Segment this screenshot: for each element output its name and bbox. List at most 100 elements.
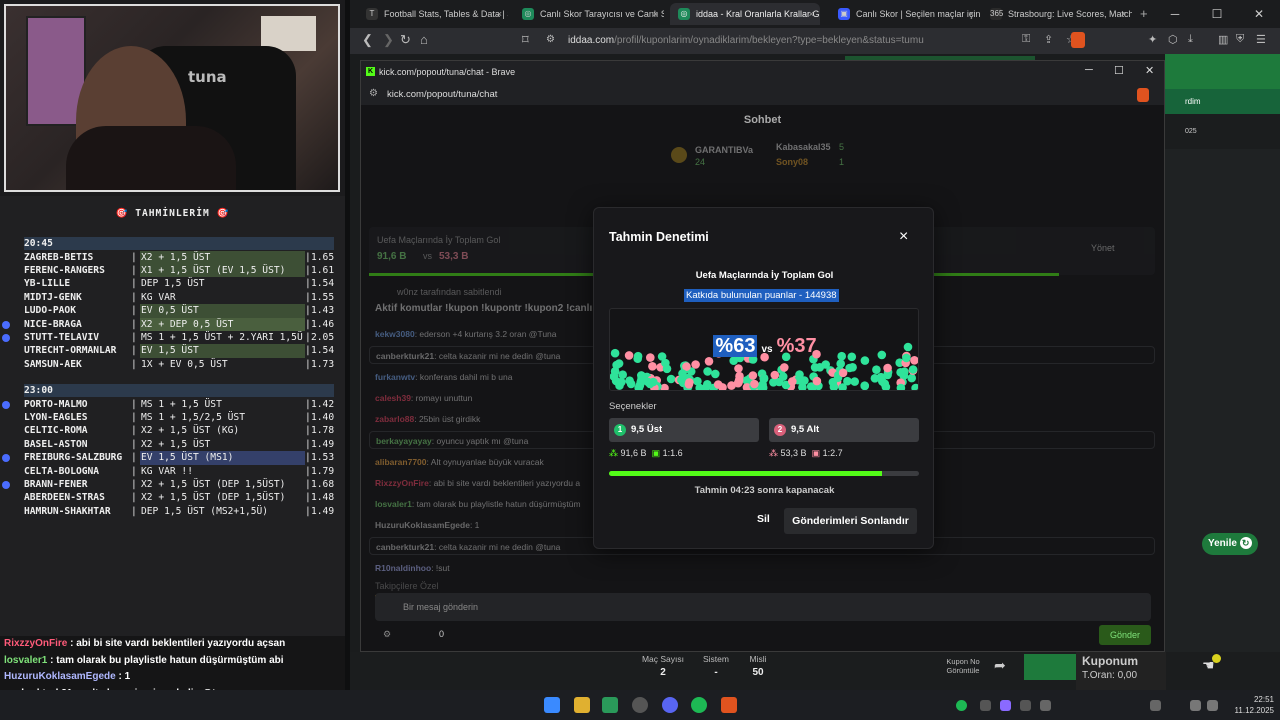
page-user-link[interactable]: rdim <box>1165 89 1280 114</box>
prediction-row: HAMRUN-SHAKHTAR | DEP 1,5 ÜST (MS2+1,5Ü) | 1… <box>0 505 345 518</box>
maximize-icon[interactable]: ☐ <box>1196 0 1238 28</box>
chat-text: : 1 <box>469 520 480 530</box>
close-tab-icon[interactable]: × <box>497 3 502 25</box>
chat-username[interactable]: HuzuruKoklasamEgede <box>375 520 470 530</box>
close-icon[interactable]: × <box>899 228 908 246</box>
odd: 1.78 <box>311 425 335 437</box>
browser-tab[interactable]: ▣ Canlı Skor | Seçilen maçlar için canl× <box>830 3 980 25</box>
site-info-icon[interactable]: ⚙ <box>369 88 378 99</box>
sidebar-icon[interactable]: ▥ <box>1218 33 1228 46</box>
close-tab-icon[interactable]: × <box>653 3 658 25</box>
coupon-no-link[interactable]: Kupon No Görüntüle <box>934 657 992 675</box>
volume-icon[interactable] <box>1207 700 1218 711</box>
share-icon[interactable]: ➦ <box>994 657 1006 674</box>
chat-username[interactable]: berkayayayay <box>376 436 432 446</box>
wallet-icon[interactable]: ⬡ <box>1168 33 1178 46</box>
share-icon[interactable]: ⇪ <box>1044 33 1053 46</box>
back-icon[interactable]: ❮ <box>362 32 373 48</box>
option-2-button[interactable]: 2 9,5 Alt <box>769 418 919 442</box>
manage-button[interactable]: Yönet <box>1091 243 1115 253</box>
brave-shield-icon[interactable] <box>1071 32 1085 48</box>
minimize-icon[interactable]: ─ <box>1085 64 1093 76</box>
chat-username[interactable]: furkanwtv <box>375 372 415 382</box>
close-tab-icon[interactable]: × <box>1121 3 1126 25</box>
close-icon[interactable]: ✕ <box>1145 64 1154 77</box>
bookmark-icon[interactable]: ⌑ <box>522 32 529 48</box>
send-button[interactable]: Gönder <box>1099 625 1151 645</box>
discord-icon[interactable] <box>662 697 678 713</box>
bubble-dot <box>637 372 647 381</box>
vpn-icon[interactable]: ⛨ <box>1236 33 1244 46</box>
chat-username[interactable]: canberkturk21 <box>376 351 434 361</box>
chat-text: : celta kazanir mi ne dedin @tuna <box>434 351 561 361</box>
minimize-icon[interactable]: ─ <box>1154 0 1196 28</box>
menu-icon[interactable]: ☰ <box>1256 33 1266 46</box>
url-field[interactable]: iddaa.com/profil/kuponlarim/oynadiklarim… <box>568 35 924 46</box>
prediction-row: FERENC-RANGERS | X1 + 1,5 ÜST (EV 1,5 ÜST)… <box>0 263 345 278</box>
browser-tab[interactable]: T Football Stats, Tables & Data | Soc× <box>358 3 508 25</box>
chat-username[interactable]: losvaler1 <box>375 499 412 509</box>
browser-tab[interactable]: ◎ iddaa - Kral Oranlarla Krallar G × <box>670 3 820 25</box>
odd: 1.65 <box>311 251 335 263</box>
chat-username[interactable]: canberkturk21 <box>376 542 434 552</box>
browser-tab[interactable]: ◎ Canlı Skor Tarayıcısı ve Canlı Skorla× <box>514 3 664 25</box>
separator: | <box>131 305 137 317</box>
close-icon[interactable]: ✕ <box>1238 0 1280 28</box>
tray-icon[interactable] <box>1000 700 1011 711</box>
tray-icon[interactable] <box>1020 700 1031 711</box>
delete-button[interactable]: Sil <box>757 513 770 525</box>
match-name: HAMRUN-SHAKHTAR <box>24 505 111 517</box>
pick: X2 + 1,5 ÜST (KG) <box>141 425 240 437</box>
refresh-button[interactable]: Yenile ↻ <box>1202 533 1258 555</box>
prediction-row: MIDTJ-GENK | KG VAR | 1.55 <box>0 291 345 304</box>
play-button[interactable] <box>1024 654 1076 680</box>
reload-icon[interactable]: ↻ <box>400 32 411 48</box>
system: Sistem - <box>696 654 736 678</box>
notepad-icon[interactable] <box>602 697 618 713</box>
close-tab-icon[interactable]: × <box>969 3 974 25</box>
tray-spotify-icon[interactable] <box>956 700 967 711</box>
message-input[interactable]: Bir mesaj gönderin <box>375 593 1151 621</box>
chat-username[interactable]: zabarlo88 <box>375 414 414 424</box>
close-tab-icon[interactable]: × <box>809 3 814 25</box>
tray-icon[interactable] <box>1040 700 1051 711</box>
bubble-dot <box>788 377 797 386</box>
browser-tab[interactable]: 365 Strasbourg: Live Scores, Matches a× <box>982 3 1132 25</box>
end-submissions-button[interactable]: Gönderimleri Sonlandır <box>784 508 917 534</box>
bubble-dot <box>614 359 624 368</box>
clock[interactable]: 22:51 11.12.2025 <box>1224 694 1274 716</box>
obs-icon[interactable] <box>632 697 648 713</box>
tray-icon[interactable] <box>980 700 991 711</box>
settings-icon[interactable]: ⚙ <box>383 629 391 640</box>
brave-shield-icon[interactable] <box>1137 88 1149 102</box>
tray-icon[interactable] <box>1150 700 1161 711</box>
option-1-button[interactable]: 1 9,5 Üst <box>609 418 759 442</box>
separator: | <box>131 425 137 437</box>
maximize-icon[interactable]: ☐ <box>1114 64 1124 77</box>
home-icon[interactable]: ⌂ <box>420 32 428 47</box>
brave-icon[interactable] <box>721 697 737 713</box>
separator: | <box>305 425 311 437</box>
time-progress-bar <box>609 471 919 476</box>
chat-text: : 1 <box>115 671 131 683</box>
spotify-icon[interactable] <box>691 697 707 713</box>
chat-username[interactable]: calesh39 <box>375 393 411 403</box>
chat-username[interactable]: R10naldinhoo <box>375 563 431 573</box>
file-explorer-icon[interactable] <box>574 697 590 713</box>
key-icon[interactable]: ⚿ <box>1022 33 1030 46</box>
chat-message[interactable]: R10naldinhoo: !sut <box>369 559 1155 577</box>
coupon-summary[interactable]: Kuponum T.Oran: 0,00 <box>1076 652 1166 690</box>
site-info-icon[interactable]: ⚙ <box>546 34 555 45</box>
odd: 1.42 <box>311 398 335 410</box>
wifi-icon[interactable] <box>1190 700 1201 711</box>
chat-username[interactable]: kekw3080 <box>375 329 415 339</box>
webcam-feed: tuna <box>4 4 340 192</box>
forward-icon[interactable]: ❯ <box>383 32 394 48</box>
start-icon[interactable] <box>544 697 560 713</box>
chat-username[interactable]: RixzzyOnFire <box>375 478 429 488</box>
pick: MS 1 + 1,5 ÜST + 2.YARI 1,5Ü <box>141 331 303 343</box>
extensions-icon[interactable]: ✦ <box>1148 33 1157 46</box>
chat-username[interactable]: alibaran7700 <box>375 457 427 467</box>
followers-label: Takipçilere Özel <box>375 581 439 591</box>
download-icon[interactable]: ⤓ <box>1188 33 1193 46</box>
